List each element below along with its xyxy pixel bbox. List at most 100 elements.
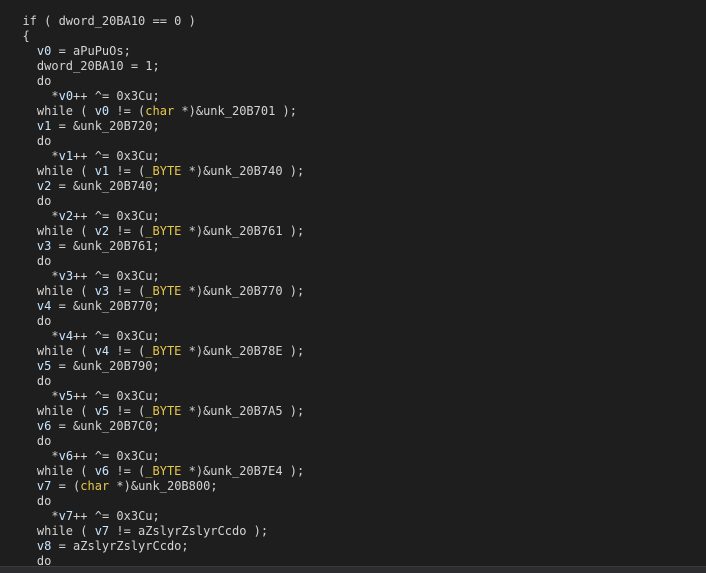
code-line[interactable]: v7 = (char *)&unk_20B800; — [8, 479, 304, 494]
code-token[interactable]: ++ ^= 0x3Cu; — [73, 509, 160, 523]
code-token[interactable]: != ( — [109, 464, 145, 478]
code-token[interactable]: = aPuPuOs; — [51, 44, 131, 58]
code-token[interactable]: *)&unk_20B7A5 ); — [181, 404, 305, 418]
code-line[interactable]: *v7++ ^= 0x3Cu; — [8, 509, 304, 524]
variable-token[interactable]: v8 — [37, 539, 51, 553]
code-token[interactable]: ++ ^= 0x3Cu; — [73, 149, 160, 163]
code-line[interactable]: *v0++ ^= 0x3Cu; — [8, 89, 304, 104]
code-token[interactable]: while ( — [37, 224, 95, 238]
code-token[interactable]: ++ ^= 0x3Cu; — [73, 329, 160, 343]
code-token[interactable]: = &unk_20B740; — [51, 179, 160, 193]
code-token[interactable]: ++ ^= 0x3Cu; — [73, 449, 160, 463]
code-line[interactable]: *v1++ ^= 0x3Cu; — [8, 149, 304, 164]
code-token[interactable]: ++ ^= 0x3Cu; — [73, 389, 160, 403]
code-token[interactable]: *)&unk_20B7E4 ); — [181, 464, 305, 478]
code-line[interactable]: v0 = aPuPuOs; — [8, 44, 304, 59]
code-line[interactable]: v2 = &unk_20B740; — [8, 179, 304, 194]
type-keyword-token[interactable]: _BYTE — [145, 464, 181, 478]
code-line[interactable]: *v4++ ^= 0x3Cu; — [8, 329, 304, 344]
variable-token[interactable]: v3 — [95, 284, 109, 298]
code-token[interactable]: != ( — [109, 104, 145, 118]
code-token[interactable]: * — [51, 449, 58, 463]
code-token[interactable]: while ( — [37, 344, 95, 358]
type-keyword-token[interactable]: _BYTE — [145, 344, 181, 358]
code-token[interactable]: = &unk_20B761; — [51, 239, 160, 253]
code-token[interactable]: = &unk_20B7C0; — [51, 419, 160, 433]
code-line[interactable]: while ( v2 != (_BYTE *)&unk_20B761 ); — [8, 224, 304, 239]
code-token[interactable]: = &unk_20B770; — [51, 299, 160, 313]
variable-token[interactable]: v3 — [37, 239, 51, 253]
code-line[interactable]: while ( v3 != (_BYTE *)&unk_20B770 ); — [8, 284, 304, 299]
code-token[interactable]: while ( — [37, 524, 95, 538]
code-line[interactable]: *v2++ ^= 0x3Cu; — [8, 209, 304, 224]
variable-token[interactable]: v4 — [37, 299, 51, 313]
code-token[interactable]: != ( — [109, 404, 145, 418]
code-token[interactable]: while ( — [37, 464, 95, 478]
code-token[interactable]: = &unk_20B790; — [51, 359, 160, 373]
variable-token[interactable]: v1 — [95, 164, 109, 178]
variable-token[interactable]: v5 — [37, 359, 51, 373]
code-line[interactable]: v3 = &unk_20B761; — [8, 239, 304, 254]
code-line[interactable]: if ( dword_20BA10 == 0 ) — [8, 14, 304, 29]
code-token[interactable]: do — [37, 254, 51, 268]
code-token[interactable]: while ( — [37, 404, 95, 418]
code-token[interactable]: *)&unk_20B78E ); — [181, 344, 305, 358]
variable-token[interactable]: v3 — [59, 269, 73, 283]
code-token[interactable]: do — [37, 314, 51, 328]
code-listing[interactable]: if ( dword_20BA10 == 0 ) { v0 = aPuPuOs;… — [8, 14, 304, 567]
type-keyword-token[interactable]: _BYTE — [145, 164, 181, 178]
code-token[interactable]: != ( — [109, 164, 145, 178]
variable-token[interactable]: v1 — [59, 149, 73, 163]
code-token[interactable]: != ( — [109, 224, 145, 238]
code-token[interactable]: dword_20BA10 = 1; — [37, 59, 160, 73]
code-token[interactable]: { — [22, 29, 29, 43]
code-line[interactable]: v5 = &unk_20B790; — [8, 359, 304, 374]
variable-token[interactable]: v7 — [95, 524, 109, 538]
code-token[interactable]: = &unk_20B720; — [51, 119, 160, 133]
variable-token[interactable]: v2 — [95, 224, 109, 238]
type-keyword-token[interactable]: _BYTE — [145, 404, 181, 418]
code-token[interactable]: ++ ^= 0x3Cu; — [73, 209, 160, 223]
code-token[interactable]: != aZslyrZslyrCcdo ); — [109, 524, 268, 538]
code-token[interactable]: *)&unk_20B701 ); — [174, 104, 297, 118]
code-line[interactable]: while ( v0 != (char *)&unk_20B701 ); — [8, 104, 304, 119]
code-token[interactable]: do — [37, 134, 51, 148]
code-token[interactable]: != ( — [109, 284, 145, 298]
code-line[interactable]: do — [8, 434, 304, 449]
code-line[interactable]: *v5++ ^= 0x3Cu; — [8, 389, 304, 404]
code-token[interactable]: while ( — [37, 164, 95, 178]
code-token[interactable]: *)&unk_20B770 ); — [181, 284, 305, 298]
code-line[interactable]: v1 = &unk_20B720; — [8, 119, 304, 134]
variable-token[interactable]: v0 — [59, 89, 73, 103]
variable-token[interactable]: v2 — [37, 179, 51, 193]
code-token[interactable]: if ( dword_20BA10 == 0 ) — [22, 14, 195, 28]
variable-token[interactable]: v1 — [37, 119, 51, 133]
code-line[interactable]: do — [8, 314, 304, 329]
code-token[interactable]: *)&unk_20B800; — [109, 479, 217, 493]
code-token[interactable]: * — [51, 389, 58, 403]
variable-token[interactable]: v4 — [59, 329, 73, 343]
type-keyword-token[interactable]: _BYTE — [145, 284, 181, 298]
code-token[interactable]: ++ ^= 0x3Cu; — [73, 269, 160, 283]
code-line[interactable]: dword_20BA10 = 1; — [8, 59, 304, 74]
code-token[interactable]: * — [51, 209, 58, 223]
variable-token[interactable]: v2 — [59, 209, 73, 223]
code-line[interactable]: *v6++ ^= 0x3Cu; — [8, 449, 304, 464]
code-token[interactable]: * — [51, 509, 58, 523]
code-line[interactable]: while ( v1 != (_BYTE *)&unk_20B740 ); — [8, 164, 304, 179]
type-keyword-token[interactable]: char — [145, 104, 174, 118]
code-line[interactable]: while ( v4 != (_BYTE *)&unk_20B78E ); — [8, 344, 304, 359]
code-token[interactable]: do — [37, 194, 51, 208]
code-token[interactable]: do — [37, 494, 51, 508]
code-line[interactable]: do — [8, 494, 304, 509]
variable-token[interactable]: v6 — [37, 419, 51, 433]
code-token[interactable]: *)&unk_20B761 ); — [181, 224, 305, 238]
code-line[interactable]: v6 = &unk_20B7C0; — [8, 419, 304, 434]
variable-token[interactable]: v7 — [37, 479, 51, 493]
code-token[interactable]: while ( — [37, 104, 95, 118]
code-line[interactable]: v8 = aZslyrZslyrCcdo; — [8, 539, 304, 554]
variable-token[interactable]: v0 — [37, 44, 51, 58]
code-token[interactable]: * — [51, 89, 58, 103]
code-line[interactable]: do — [8, 374, 304, 389]
type-keyword-token[interactable]: char — [80, 479, 109, 493]
